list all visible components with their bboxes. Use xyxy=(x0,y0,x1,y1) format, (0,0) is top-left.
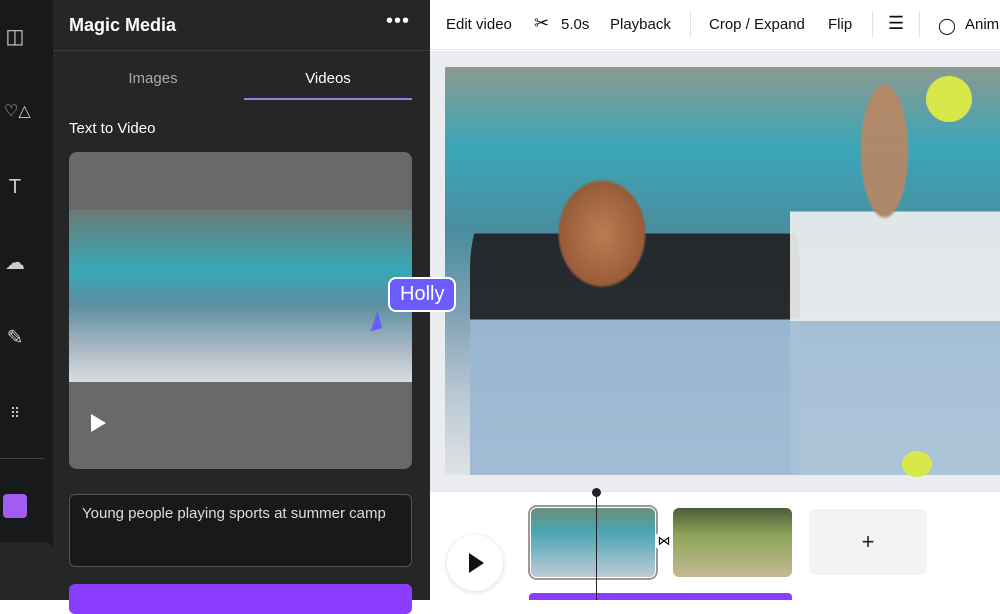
tennis-ball xyxy=(926,76,972,122)
divider xyxy=(690,12,691,38)
video-preview[interactable] xyxy=(69,152,412,469)
tab-videos[interactable]: Videos xyxy=(244,70,412,87)
crop-expand-button[interactable]: Crop / Expand xyxy=(709,16,805,33)
section-title: Text to Video xyxy=(69,120,156,137)
timeline-play-button[interactable] xyxy=(447,535,503,591)
animate-icon[interactable]: ◯ xyxy=(938,16,956,36)
tennis-ball xyxy=(902,451,932,477)
sidebar-rail: ◫ ♡△ T ☁ ✎ ⠿ xyxy=(0,0,53,600)
add-clip-button[interactable]: + xyxy=(809,509,927,575)
duration-button[interactable]: 5.0s xyxy=(561,16,589,33)
position-icon[interactable]: ☰ xyxy=(888,13,904,34)
flip-button[interactable]: Flip xyxy=(828,16,852,33)
magic-media-icon[interactable] xyxy=(3,494,27,518)
elements-icon[interactable]: ♡△ xyxy=(4,101,31,123)
more-options-button[interactable]: ••• xyxy=(386,10,410,33)
person-right xyxy=(790,70,1000,475)
panel-title: Magic Media xyxy=(69,15,177,35)
divider xyxy=(53,50,430,51)
person-left xyxy=(470,130,800,475)
divider xyxy=(0,458,44,459)
collaborator-label: Holly xyxy=(388,277,457,312)
divider xyxy=(872,12,873,38)
draw-icon[interactable]: ✎ xyxy=(4,327,26,349)
timeline-clip[interactable] xyxy=(528,505,658,580)
preview-image xyxy=(69,210,412,382)
rail-footer xyxy=(0,542,53,600)
play-icon[interactable] xyxy=(91,414,106,432)
animate-button[interactable]: Anim xyxy=(965,16,999,33)
apps-icon[interactable]: ⠿ xyxy=(4,402,26,424)
playback-button[interactable]: Playback xyxy=(610,16,671,33)
text-icon[interactable]: T xyxy=(4,176,26,198)
audio-track[interactable] xyxy=(529,593,792,600)
magic-media-panel: Magic Media ••• Images Videos Text to Vi… xyxy=(53,0,430,614)
timeline-clip[interactable] xyxy=(673,508,792,577)
divider xyxy=(919,12,920,38)
transition-button[interactable]: ⋈ xyxy=(655,531,673,551)
edit-video-button[interactable]: Edit video xyxy=(446,16,512,33)
upload-icon[interactable]: ☁ xyxy=(4,252,26,274)
toolbar: Edit video ✂ 5.0s Playback Crop / Expand… xyxy=(430,0,1000,50)
layout-icon[interactable]: ◫ xyxy=(4,26,26,48)
scissors-icon[interactable]: ✂ xyxy=(534,13,549,34)
playhead-handle[interactable] xyxy=(592,488,601,497)
active-tab-indicator xyxy=(244,98,412,100)
playhead[interactable] xyxy=(596,492,597,600)
generate-button[interactable] xyxy=(69,584,412,614)
tab-images[interactable]: Images xyxy=(69,70,237,87)
prompt-input[interactable]: Young people playing sports at summer ca… xyxy=(69,494,412,567)
